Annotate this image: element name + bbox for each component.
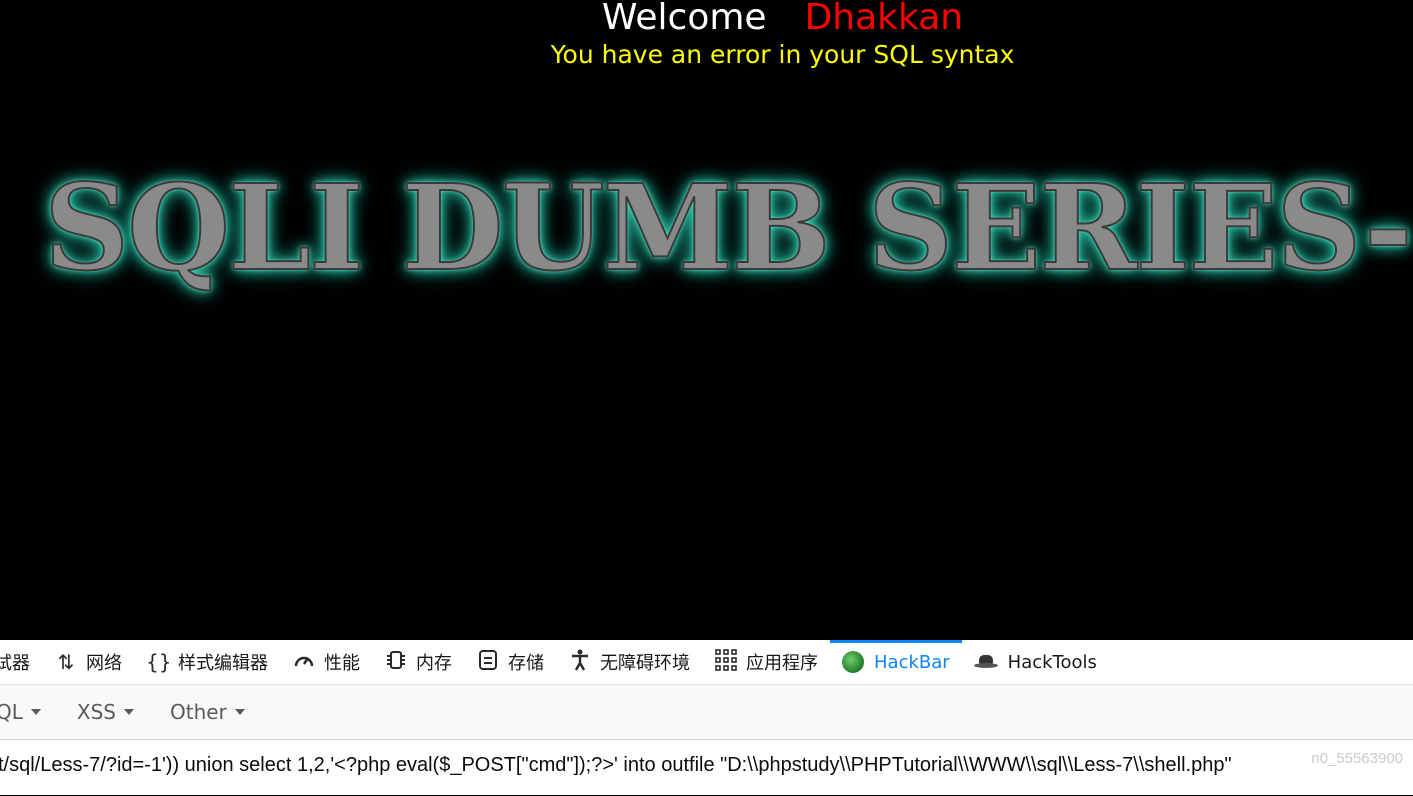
storage-icon xyxy=(476,649,500,676)
hackbar-icon xyxy=(842,651,864,673)
welcome-line: Welcome Dhakkan xyxy=(0,0,1413,40)
tab-label: 样式编辑器 xyxy=(178,653,268,674)
hat-icon xyxy=(973,655,998,669)
devtools-panel: 试器 ⇅ 网络 {} 样式编辑器 性能 内存 存储 xyxy=(0,640,1413,795)
devtools-tabbar: 试器 ⇅ 网络 {} 样式编辑器 性能 内存 存储 xyxy=(0,640,1413,685)
username-text: Dhakkan xyxy=(804,0,964,38)
tab-label: HackTools xyxy=(1007,651,1097,673)
caret-down-icon xyxy=(234,709,245,715)
tab-inspector[interactable]: 试器 xyxy=(0,640,42,684)
sqli-dumb-series-banner: SQLI DUMB SERIES- xyxy=(43,157,1413,298)
menu-label: Other xyxy=(169,700,227,724)
tab-network[interactable]: ⇅ 网络 xyxy=(42,640,134,684)
tab-label: 性能 xyxy=(324,653,360,674)
tab-label: 应用程序 xyxy=(746,653,818,674)
menu-xss[interactable]: XSS xyxy=(59,700,152,724)
tab-performance[interactable]: 性能 xyxy=(280,640,372,684)
tab-label: 内存 xyxy=(416,653,452,674)
accessibility-icon xyxy=(568,649,592,676)
tab-application[interactable]: 应用程序 xyxy=(702,640,830,684)
tab-label: 试器 xyxy=(0,653,30,674)
tab-memory[interactable]: 内存 xyxy=(372,640,464,684)
gauge-icon xyxy=(292,650,316,675)
tab-hackbar[interactable]: HackBar xyxy=(830,640,962,684)
watermark-text: n0_55563900 xyxy=(1311,750,1403,767)
welcome-text: Welcome xyxy=(601,0,767,38)
url-input[interactable] xyxy=(0,748,1413,782)
menu-label: XSS xyxy=(76,700,116,724)
braces-icon: {} xyxy=(146,650,172,674)
network-arrows-icon: ⇅ xyxy=(57,650,75,674)
tab-label: 网络 xyxy=(86,653,122,674)
tab-style-editor[interactable]: {} 样式编辑器 xyxy=(134,640,280,684)
tab-hacktools[interactable]: HackTools xyxy=(962,640,1109,684)
chip-icon xyxy=(384,649,408,676)
tab-label: HackBar xyxy=(874,651,950,673)
grid-icon xyxy=(714,648,738,676)
tab-accessibility[interactable]: 无障碍环境 xyxy=(556,640,702,684)
caret-down-icon xyxy=(123,709,134,715)
tab-label: 存储 xyxy=(508,653,544,674)
caret-down-icon xyxy=(30,709,41,715)
tab-label: 无障碍环境 xyxy=(600,653,690,674)
menu-other[interactable]: Other xyxy=(152,700,263,724)
hackbar-url-area: n0_55563900 xyxy=(0,740,1413,796)
tab-storage[interactable]: 存储 xyxy=(464,640,556,684)
web-page: Welcome Dhakkan You have an error in your… xyxy=(0,0,1413,640)
menu-label: QL xyxy=(0,700,23,724)
menu-sql[interactable]: QL xyxy=(0,700,59,724)
sql-error-message: You have an error in your SQL syntax xyxy=(550,40,1015,69)
hackbar-menubar: QL XSS Other xyxy=(0,685,1413,740)
